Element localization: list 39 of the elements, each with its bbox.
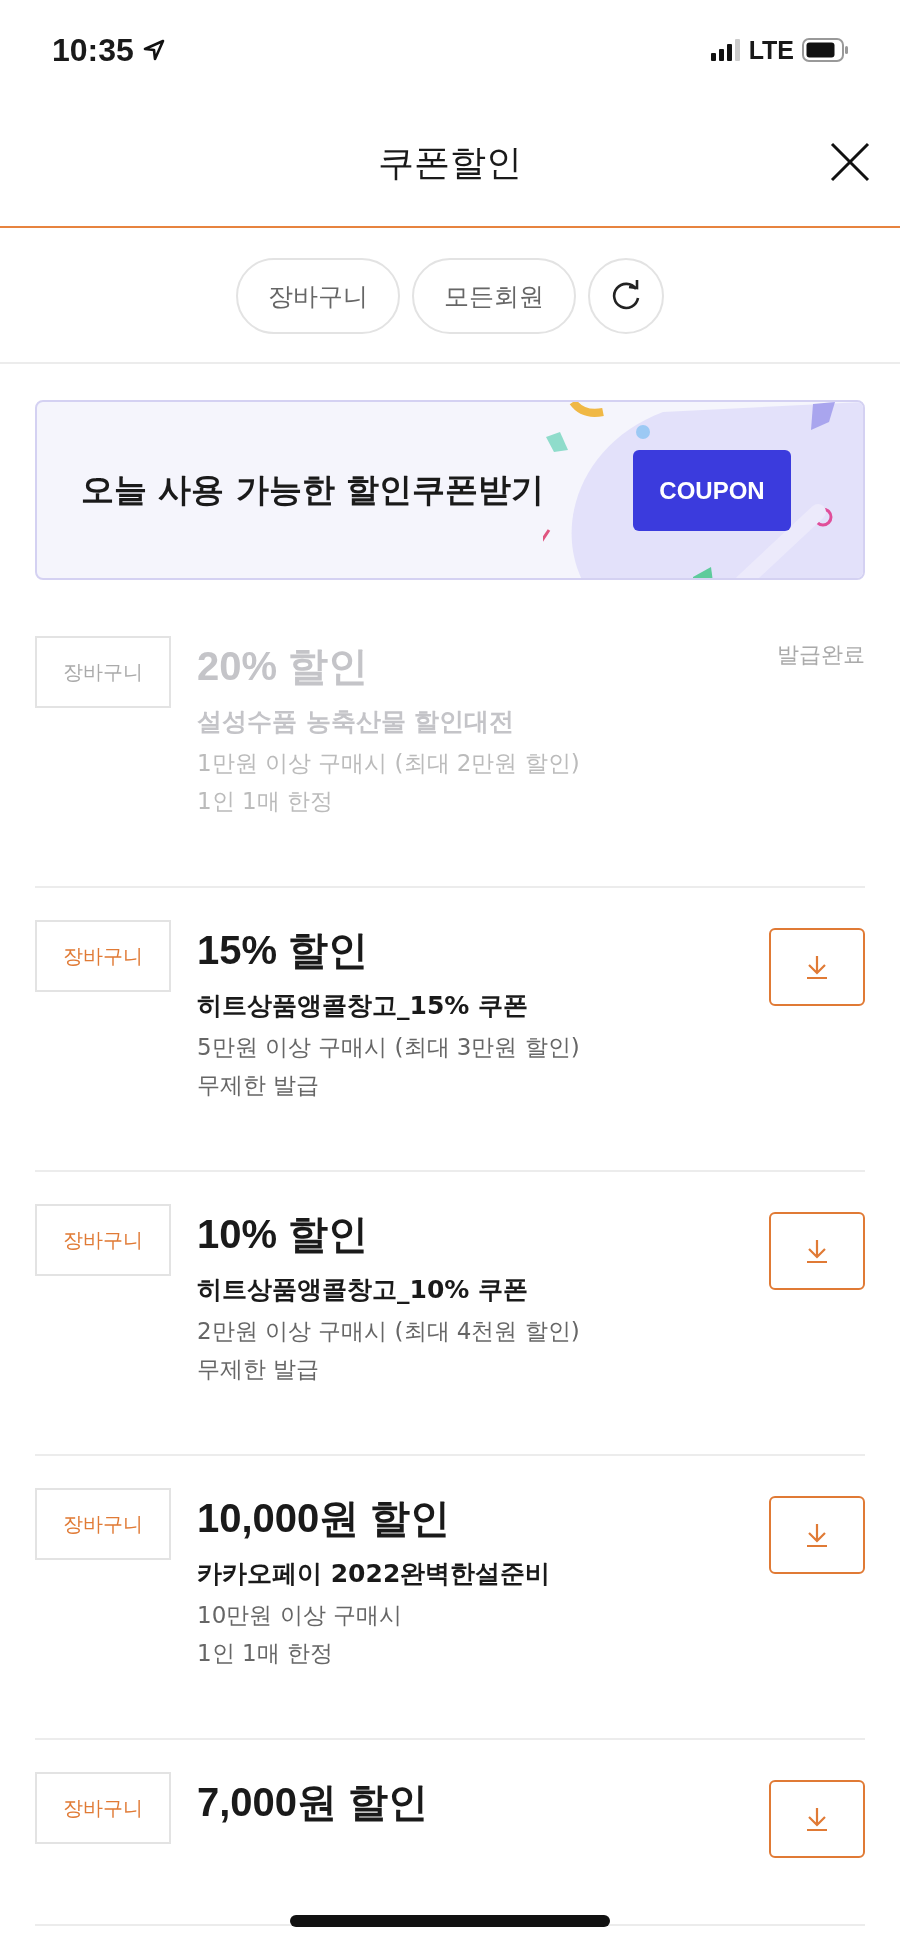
status-time: 10:35 — [52, 31, 134, 69]
banner-text: 오늘 사용 가능한 할인쿠폰받기 — [81, 468, 545, 511]
discount-amount: 7,000원 할인 — [197, 1779, 430, 1826]
coupon-condition: 5만원 이상 구매시 (최대 3만원 할인) — [197, 1033, 581, 1062]
coupon-condition: 무제한 발급 — [197, 1355, 321, 1384]
filter-chip[interactable]: 모든회원 — [412, 258, 576, 334]
discount-amount: 15% 할인 — [197, 927, 370, 974]
discount-amount: 20% 할인 — [197, 643, 370, 690]
coupon-condition: 1인 1매 한정 — [197, 787, 334, 816]
issued-status: 발급완료 — [777, 641, 865, 669]
coupon-tag: 장바구니 — [35, 1488, 171, 1560]
coupon-condition: 무제한 발급 — [197, 1071, 321, 1100]
coupon-condition: 2만원 이상 구매시 (최대 4천원 할인) — [197, 1317, 581, 1346]
download-button[interactable] — [769, 1496, 865, 1574]
coupon-condition: 10만원 이상 구매시 — [197, 1601, 403, 1630]
location-arrow-icon — [141, 38, 166, 62]
coupon-banner[interactable]: 오늘 사용 가능한 할인쿠폰받기 COUPON — [35, 400, 865, 580]
network-label: LTE — [748, 35, 794, 65]
coupon-tag: 장바구니 — [35, 1204, 171, 1276]
page-title: 쿠폰할인 — [378, 140, 522, 185]
download-button[interactable] — [769, 1780, 865, 1858]
filter-chip[interactable]: 장바구니 — [236, 258, 400, 334]
coupon-condition: 1인 1매 한정 — [197, 1639, 334, 1668]
coupon-name: 설성수품 농축산물 할인대전 — [197, 706, 516, 738]
coupon-ticket: COUPON — [633, 450, 791, 531]
discount-amount: 10,000원 할인 — [197, 1495, 452, 1542]
close-icon[interactable] — [830, 142, 870, 182]
coupon-name: 히트상품앵콜창고_10% 쿠폰 — [197, 1274, 530, 1306]
battery-icon — [802, 38, 848, 62]
coupon-name: 카카오페이 2022완벽한설준비 — [197, 1558, 552, 1590]
signal-icon — [710, 39, 741, 61]
coupon-tag: 장바구니 — [35, 636, 171, 708]
coupon-name: 히트상품앵콜창고_15% 쿠폰 — [197, 990, 530, 1022]
coupon-tag: 장바구니 — [35, 1772, 171, 1844]
download-button[interactable] — [769, 928, 865, 1006]
coupon-tag: 장바구니 — [35, 920, 171, 992]
coupon-condition: 1만원 이상 구매시 (최대 2만원 할인) — [197, 749, 581, 778]
discount-amount: 10% 할인 — [197, 1211, 370, 1258]
download-button[interactable] — [769, 1212, 865, 1290]
